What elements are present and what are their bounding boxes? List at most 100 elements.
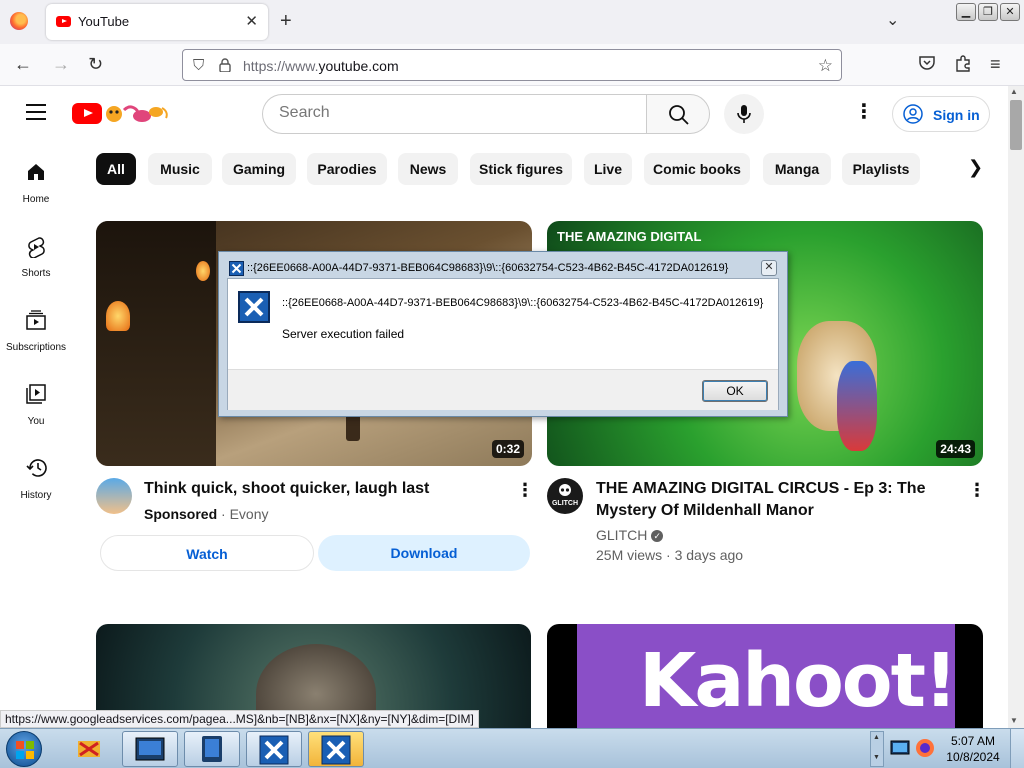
app-launcher-icon[interactable] bbox=[74, 735, 104, 763]
video-title[interactable]: Think quick, shoot quicker, laugh last bbox=[144, 478, 429, 500]
scroll-up-icon[interactable]: ▲ bbox=[1010, 87, 1018, 96]
tray-up-icon[interactable]: ▲ bbox=[873, 734, 880, 741]
sign-in-button[interactable]: Sign in bbox=[892, 96, 990, 132]
error-icon bbox=[238, 291, 270, 323]
voice-search-button[interactable] bbox=[724, 94, 764, 134]
thumbnail-text: THE AMAZING DIGITAL bbox=[557, 229, 702, 244]
sidebar-item-subscriptions[interactable]: Subscriptions bbox=[0, 298, 72, 368]
history-icon bbox=[26, 459, 47, 477]
thumbnail-wall bbox=[96, 221, 216, 466]
verified-icon: ✓ bbox=[651, 530, 664, 543]
windows-logo-icon bbox=[16, 741, 34, 759]
chip-gaming[interactable]: Gaming bbox=[222, 153, 296, 185]
tray-scroll-arrows[interactable]: ▲ ▼ bbox=[870, 731, 884, 767]
browser-tab-bar: YouTube ✕ + ⌄ ▁ ❐ ✕ bbox=[0, 0, 1024, 44]
dialog-body: ::{26EE0668-A00A-44D7-9371-BEB064C98683}… bbox=[227, 278, 779, 410]
kahoot-logo-text: Kahoot! bbox=[639, 638, 958, 724]
error-x-icon bbox=[259, 735, 289, 765]
close-window-icon[interactable]: ✕ bbox=[1000, 3, 1020, 21]
chip-stick-figures[interactable]: Stick figures bbox=[470, 153, 572, 185]
you-icon bbox=[26, 384, 46, 404]
url-text: https://www.youtube.com bbox=[243, 58, 399, 74]
firefox-icon[interactable] bbox=[10, 12, 28, 30]
video-menu-kebab-icon[interactable]: ⋮ bbox=[516, 480, 534, 501]
dialog-detail: Server execution failed bbox=[282, 327, 405, 341]
video-thumbnail[interactable]: Kahoot! bbox=[547, 624, 983, 728]
start-button[interactable] bbox=[6, 731, 42, 767]
sidebar-label: Home bbox=[22, 194, 50, 205]
avatar[interactable] bbox=[96, 478, 132, 514]
search-input[interactable] bbox=[279, 104, 629, 122]
firefox-tray-icon[interactable] bbox=[914, 737, 936, 759]
url-bar[interactable]: ⛉ https://www.youtube.com ☆ bbox=[182, 49, 842, 81]
search-button[interactable] bbox=[646, 94, 710, 134]
avatar-text: GLITCH bbox=[551, 500, 579, 507]
avatar[interactable]: GLITCH bbox=[547, 478, 583, 514]
pocket-icon[interactable] bbox=[918, 54, 936, 76]
download-button[interactable]: Download bbox=[318, 535, 530, 571]
ok-button[interactable]: OK bbox=[702, 380, 768, 402]
sidebar-item-shorts[interactable]: Shorts bbox=[0, 224, 72, 294]
taskbar-app-window-1[interactable] bbox=[122, 731, 178, 767]
chip-manga[interactable]: Manga bbox=[763, 153, 831, 185]
app-menu-icon[interactable]: ≡ bbox=[990, 54, 1001, 74]
forward-icon[interactable]: → bbox=[52, 54, 70, 74]
dialog-title: ::{26EE0668-A00A-44D7-9371-BEB064C98683}… bbox=[247, 262, 729, 274]
new-tab-icon[interactable]: + bbox=[280, 10, 292, 33]
tracking-shield-icon[interactable]: ⛉ bbox=[193, 57, 204, 74]
dialog-message: ::{26EE0668-A00A-44D7-9371-BEB064C98683}… bbox=[282, 297, 764, 309]
scroll-down-icon[interactable]: ▼ bbox=[1010, 716, 1018, 725]
video-menu-kebab-icon[interactable]: ⋮ bbox=[968, 480, 986, 501]
page-scrollbar[interactable] bbox=[1008, 86, 1024, 728]
network-tray-icon[interactable] bbox=[890, 737, 912, 759]
chip-parodies[interactable]: Parodies bbox=[307, 153, 387, 185]
close-tab-icon[interactable]: ✕ bbox=[245, 12, 258, 30]
watch-button[interactable]: Watch bbox=[100, 535, 314, 571]
search-box bbox=[262, 94, 648, 134]
back-icon[interactable]: ← bbox=[14, 54, 32, 74]
sidebar-item-you[interactable]: You bbox=[0, 372, 72, 442]
lock-icon[interactable] bbox=[219, 58, 231, 72]
taskbar-app-window-2[interactable] bbox=[184, 731, 240, 767]
clock-date: 10/8/2024 bbox=[946, 750, 1000, 764]
channel-name[interactable]: GLITCH ✓ bbox=[596, 527, 664, 543]
minimize-icon[interactable]: ▁ bbox=[956, 3, 976, 21]
restore-icon[interactable]: ❐ bbox=[978, 3, 998, 21]
chip-music[interactable]: Music bbox=[148, 153, 212, 185]
chip-live[interactable]: Live bbox=[584, 153, 632, 185]
youtube-doodle-icon[interactable] bbox=[104, 100, 174, 126]
video-title[interactable]: THE AMAZING DIGITAL CIRCUS - Ep 3: The My… bbox=[596, 478, 925, 522]
sidebar-item-home[interactable]: Home bbox=[0, 150, 72, 220]
settings-kebab-icon[interactable]: ⋮ bbox=[854, 102, 874, 122]
chip-comic-books[interactable]: Comic books bbox=[644, 153, 750, 185]
youtube-logo-icon[interactable] bbox=[72, 103, 102, 124]
home-icon bbox=[28, 164, 44, 180]
system-clock[interactable]: 5:07 AM 10/8/2024 bbox=[940, 733, 1006, 765]
video-meta: Sponsored · Evony bbox=[144, 506, 269, 522]
taskbar: ▲ ▼ 5:07 AM 10/8/2024 bbox=[0, 728, 1024, 768]
tab-youtube[interactable]: YouTube ✕ bbox=[46, 4, 268, 40]
error-x-icon bbox=[321, 735, 351, 765]
tray-down-icon[interactable]: ▼ bbox=[873, 754, 880, 761]
dialog-close-button[interactable]: ✕ bbox=[761, 260, 777, 276]
microphone-icon bbox=[737, 105, 751, 123]
chip-playlists[interactable]: Playlists bbox=[842, 153, 920, 185]
chip-news[interactable]: News bbox=[398, 153, 458, 185]
chip-all[interactable]: All bbox=[96, 153, 136, 185]
reload-icon[interactable]: ↻ bbox=[88, 54, 103, 74]
extensions-icon[interactable] bbox=[954, 54, 972, 76]
sidebar-item-history[interactable]: History bbox=[0, 446, 72, 516]
guide-menu-icon[interactable] bbox=[26, 104, 46, 120]
show-desktop-button[interactable] bbox=[1010, 729, 1024, 768]
dialog-footer bbox=[228, 369, 778, 410]
torch-icon bbox=[196, 261, 210, 281]
scrollbar-thumb[interactable] bbox=[1010, 100, 1022, 150]
bookmark-star-icon[interactable]: ☆ bbox=[818, 56, 833, 76]
video-meta: 25M views · 3 days ago bbox=[596, 547, 744, 563]
account-icon bbox=[903, 104, 923, 124]
taskbar-error-window-1[interactable] bbox=[246, 731, 302, 767]
error-dialog: ::{26EE0668-A00A-44D7-9371-BEB064C98683}… bbox=[218, 251, 788, 417]
chevron-right-icon[interactable]: ❯ bbox=[968, 157, 983, 178]
list-tabs-icon[interactable]: ⌄ bbox=[886, 10, 899, 30]
taskbar-error-window-2[interactable] bbox=[308, 731, 364, 767]
